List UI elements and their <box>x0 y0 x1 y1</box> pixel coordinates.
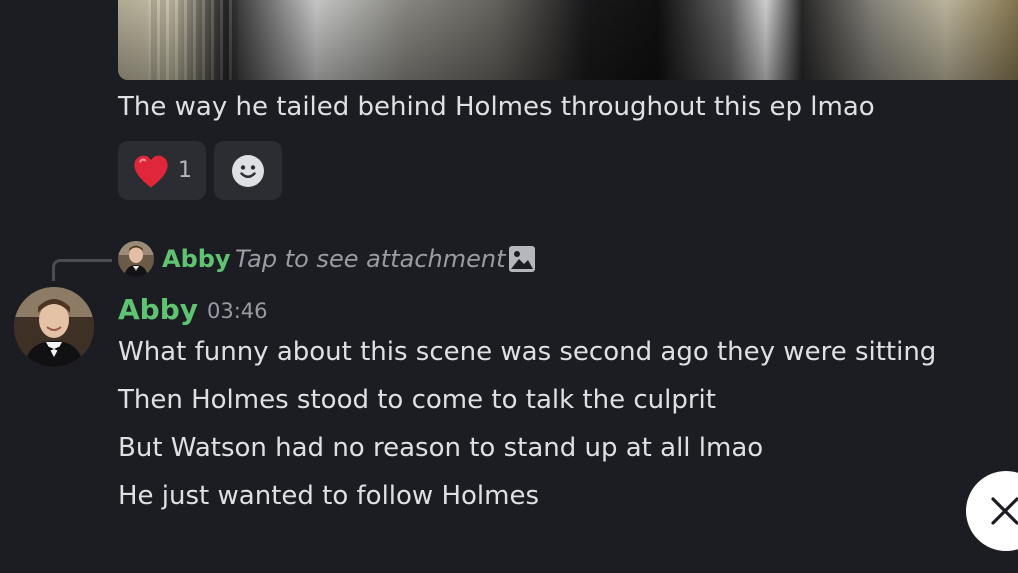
message-line: He just wanted to follow Holmes <box>118 481 540 511</box>
message-line: Then Holmes stood to come to talk the cu… <box>118 385 716 415</box>
chat-view: The way he tailed behind Holmes througho… <box>0 0 1018 573</box>
heart-reaction-button[interactable]: 1 <box>118 141 206 200</box>
avatar-image <box>118 241 154 277</box>
reaction-count: 1 <box>178 158 192 183</box>
message-line: But Watson had no reason to stand up at … <box>118 433 764 463</box>
author-name[interactable]: Abby <box>118 290 198 330</box>
image-icon <box>509 246 535 272</box>
reply-connector-line <box>52 259 112 281</box>
previous-message-text: The way he tailed behind Holmes througho… <box>118 92 875 122</box>
reply-avatar[interactable] <box>118 241 154 277</box>
close-button[interactable] <box>966 471 1018 551</box>
close-icon <box>991 497 1018 525</box>
message-line: What funny about this scene was second a… <box>118 337 937 367</box>
smile-icon <box>232 154 264 187</box>
reply-author-name[interactable]: Abby <box>162 242 231 276</box>
reply-snippet[interactable]: Tap to see attachment <box>235 242 506 276</box>
message-timestamp: 03:46 <box>207 299 268 323</box>
avatar-image <box>14 287 94 367</box>
author-avatar[interactable] <box>14 287 94 367</box>
image-attachment[interactable] <box>118 0 1018 80</box>
heart-icon <box>134 155 168 188</box>
add-reaction-button[interactable] <box>214 141 282 200</box>
